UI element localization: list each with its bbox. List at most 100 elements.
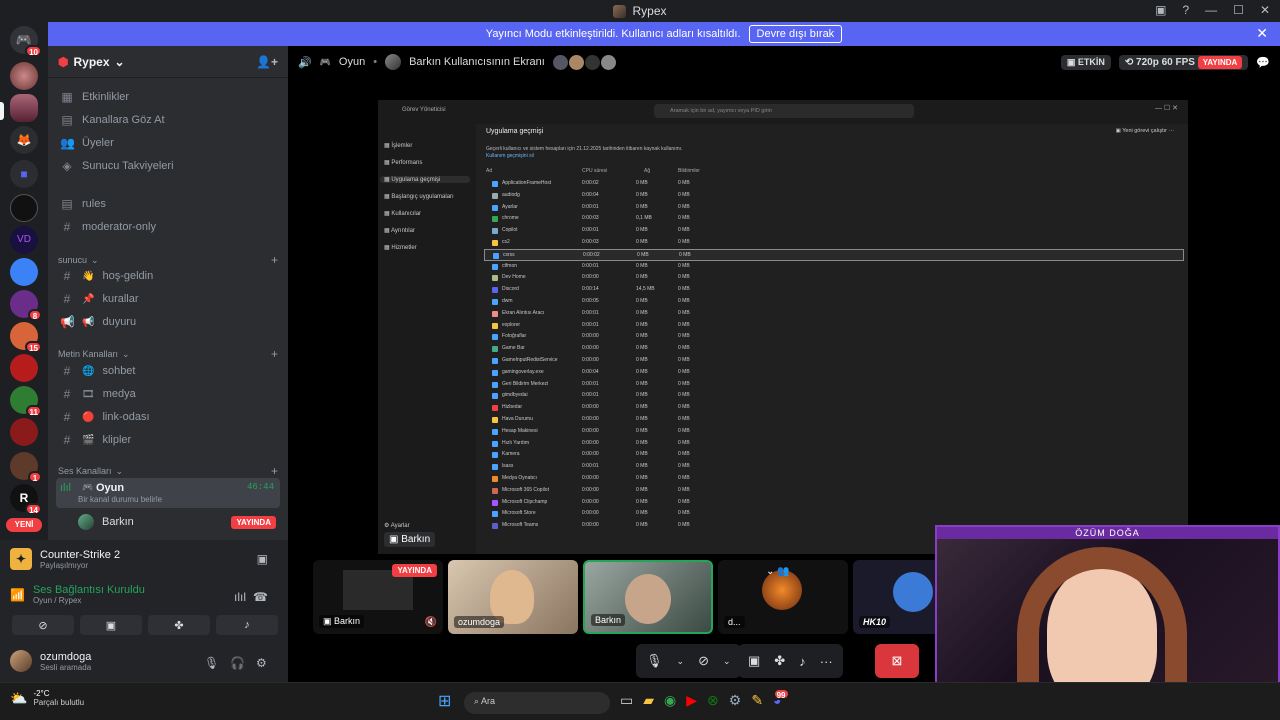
server-icon[interactable]: R 14 [10, 484, 42, 515]
server-icon[interactable]: 🦊 [10, 126, 38, 154]
speaker-icon[interactable]: 🔊 [298, 56, 312, 69]
close-icon[interactable]: ✕ [1260, 3, 1270, 17]
tm-row[interactable]: Copilot 0:00:01 0 MB 0 MB [484, 225, 1184, 237]
server-icon[interactable]: 1 [10, 452, 42, 483]
tm-delete-history-link[interactable]: Kullanım geçmişini sil [486, 153, 534, 159]
tm-row[interactable]: Hızlı Yardım 0:00:00 0 MB 0 MB [484, 438, 1184, 450]
chat-icon[interactable]: 💬 [1256, 56, 1270, 69]
tm-search-input[interactable]: Aramak için bir ad, yayımcı veya PID gir… [654, 104, 914, 118]
category-metin[interactable]: Metin Kanalları ⌄ + [58, 347, 278, 361]
tm-row[interactable]: ctfmon 0:00:01 0 MB 0 MB [484, 261, 1184, 273]
channel-kurallar[interactable]: # 📌 kurallar [56, 288, 280, 310]
server-icon[interactable]: 11 [10, 386, 42, 417]
headphones-icon[interactable]: 🎧 [230, 656, 245, 670]
tm-row[interactable]: Medya Oynatıcı 0:00:00 0 MB 0 MB [484, 473, 1184, 485]
tm-row-selected[interactable]: csrss 0:00:02 0 MB 0 MB [484, 248, 1184, 261]
members-item[interactable]: 👥 Üyeler [56, 132, 280, 154]
banner-close-icon[interactable]: ✕ [1256, 25, 1268, 42]
tm-row[interactable]: Hizbedar 0:00:00 0 MB 0 MB [484, 402, 1184, 414]
channel-rules[interactable]: ▤ rules [56, 193, 280, 215]
tm-row[interactable]: Discord 0:00:14 14,5 MB 0 MB [484, 284, 1184, 296]
tm-run-task-button[interactable]: ▣ Yeni görevi çalıştır ··· [1116, 128, 1174, 134]
tm-row[interactable]: Ayarlar 0:00:01 0 MB 0 MB [484, 202, 1184, 214]
column-header[interactable]: Bildirimler [678, 168, 700, 174]
user-row[interactable]: ozumdoga Sesli aramada [10, 650, 91, 672]
participant-tile-d[interactable]: ⌄ 👥 d... [718, 560, 848, 634]
microphone-icon[interactable]: 🎙 [646, 653, 663, 669]
tm-row[interactable]: Fotoğraflar 0:00:00 0 MB 0 MB [484, 331, 1184, 343]
quality-badge[interactable]: ⟲ 720p 60 FPS YAYINDA [1118, 54, 1249, 70]
column-header[interactable]: CPU süresi [582, 168, 607, 174]
pen-app-icon[interactable]: ✎ [751, 692, 763, 709]
discord-icon[interactable]: ◕ 99 [772, 688, 790, 709]
screen-share-icon[interactable]: ▣ [748, 653, 760, 669]
tm-nav-item[interactable]: ▦ Başlangıç uygulamaları [384, 193, 454, 200]
column-header[interactable]: Ad [486, 168, 492, 174]
server-icon[interactable] [10, 354, 38, 382]
server-icon[interactable] [10, 258, 38, 286]
voice-channel-oyun[interactable]: ılıl 🎮 Oyun 46:44 Bir kanal durumu belir… [56, 478, 280, 508]
tm-row[interactable]: gimdbyedai 0:00:01 0 MB 0 MB [484, 390, 1184, 402]
tm-row[interactable]: Microsoft 365 Copilot 0:00:00 0 MB 0 MB [484, 485, 1184, 497]
tm-row[interactable]: Ekran Alıntısı Aracı 0:00:01 0 MB 0 MB [484, 308, 1184, 320]
tm-row[interactable]: Kamera 0:00:00 0 MB 0 MB [484, 449, 1184, 461]
chevron-down-icon[interactable]: ⌄ [723, 656, 731, 667]
microphone-icon[interactable]: 🎙 [204, 656, 219, 670]
help-icon[interactable]: ? [1182, 3, 1189, 17]
activities-button[interactable]: ✤ [148, 615, 210, 635]
direct-messages-icon[interactable]: 🎮 10 [10, 26, 42, 57]
soundboard-icon[interactable]: ♪ [799, 654, 806, 669]
tm-row[interactable]: chrome 0:00:03 0,1 MB 0 MB [484, 213, 1184, 225]
tm-nav-item[interactable]: ▦ Ayrıntılar [384, 227, 415, 234]
chevron-down-icon[interactable]: ⌄ 👥 [766, 566, 790, 577]
disconnect-icon[interactable]: ☎ [253, 590, 268, 604]
add-channel-icon[interactable]: + [271, 464, 278, 478]
maximize-icon[interactable]: ☐ [1233, 3, 1244, 17]
invite-people-icon[interactable]: 👤+ [256, 55, 278, 69]
tm-nav-item-selected[interactable]: ▦ Uygulama geçmişi [380, 176, 470, 183]
tm-row[interactable]: Hesap Makinesi 0:00:00 0 MB 0 MB [484, 426, 1184, 438]
soundboard-button[interactable]: ♪ [216, 615, 278, 635]
tm-row[interactable]: Game Bar 0:00:00 0 MB 0 MB [484, 343, 1184, 355]
participant-tile-barkin-stream[interactable]: YAYINDA ▣ Barkın 🔇 [313, 560, 443, 634]
activity-row[interactable]: ✦ Counter-Strike 2 Paylaşılmıyor [10, 548, 120, 570]
tm-row[interactable]: Microsoft Clipchamp 0:00:00 0 MB 0 MB [484, 497, 1184, 509]
channel-link-odasi[interactable]: # 🔴 link-odası [56, 406, 280, 428]
stop-stream-button[interactable]: ⊠ [875, 644, 919, 678]
share-screen-icon[interactable]: ▣ [257, 552, 268, 566]
tm-row[interactable]: GameInputRedistService 0:00:00 0 MB 0 MB [484, 355, 1184, 367]
task-view-icon[interactable]: ▭ [620, 692, 633, 709]
server-icon[interactable] [10, 62, 38, 90]
taskbar-search[interactable]: ⌕ Ara [464, 692, 610, 714]
camera-off-icon[interactable]: ⊘ [698, 653, 709, 669]
youtube-icon[interactable]: ▶ [686, 692, 697, 709]
add-channel-icon[interactable]: + [271, 347, 278, 361]
inbox-icon[interactable]: ▣ [1155, 3, 1166, 17]
weather-widget[interactable]: ⛅ -2°C Parçalı bulutlu [10, 689, 84, 707]
noise-suppression-icon[interactable]: ılıl [234, 590, 246, 604]
screen-share-button[interactable]: ▣ [80, 615, 142, 635]
tm-row[interactable]: Geri Bildirim Merkezi 0:00:01 0 MB 0 MB [484, 379, 1184, 391]
folder-icon[interactable]: ■ [10, 160, 38, 188]
windows-start-icon[interactable]: ⊞ [438, 691, 458, 711]
more-icon[interactable]: ··· [820, 654, 833, 669]
voice-location[interactable]: Oyun / Rypex [33, 596, 145, 605]
channel-hos-geldin[interactable]: # 👋 hoş-geldin [56, 265, 280, 287]
channel-sohbet[interactable]: # 🌐 sohbet [56, 360, 280, 382]
tm-row[interactable]: ApplicationFrameHost 0:00:02 0 MB 0 MB [484, 178, 1184, 190]
disable-streamer-mode-button[interactable]: Devre dışı bırak [748, 25, 843, 43]
tm-nav-item[interactable]: ⚙ Ayarlar [384, 522, 410, 529]
gear-icon[interactable]: ⚙ [256, 656, 267, 670]
server-icon[interactable] [10, 418, 38, 446]
tm-nav-item[interactable]: ▦ İşlemler [384, 142, 412, 149]
server-icon[interactable]: VD [10, 226, 38, 254]
voice-member-barkin[interactable]: Barkın YAYINDA [74, 511, 280, 533]
server-icon-rypex[interactable] [10, 94, 38, 122]
channel-klipler[interactable]: # 🎬 klipler [56, 429, 280, 451]
participant-tile-barkin[interactable]: Barkın [583, 560, 713, 634]
chevron-down-icon[interactable]: ⌄ [677, 656, 685, 667]
browse-channels-item[interactable]: ▤ Kanallara Göz At [56, 109, 280, 131]
tm-row[interactable]: Hava Durumu 0:00:00 0 MB 0 MB [484, 414, 1184, 426]
tm-window-controls[interactable]: — ☐ ✕ [1155, 104, 1178, 112]
server-boosts-item[interactable]: ◈ Sunucu Takviyeleri [56, 155, 280, 177]
